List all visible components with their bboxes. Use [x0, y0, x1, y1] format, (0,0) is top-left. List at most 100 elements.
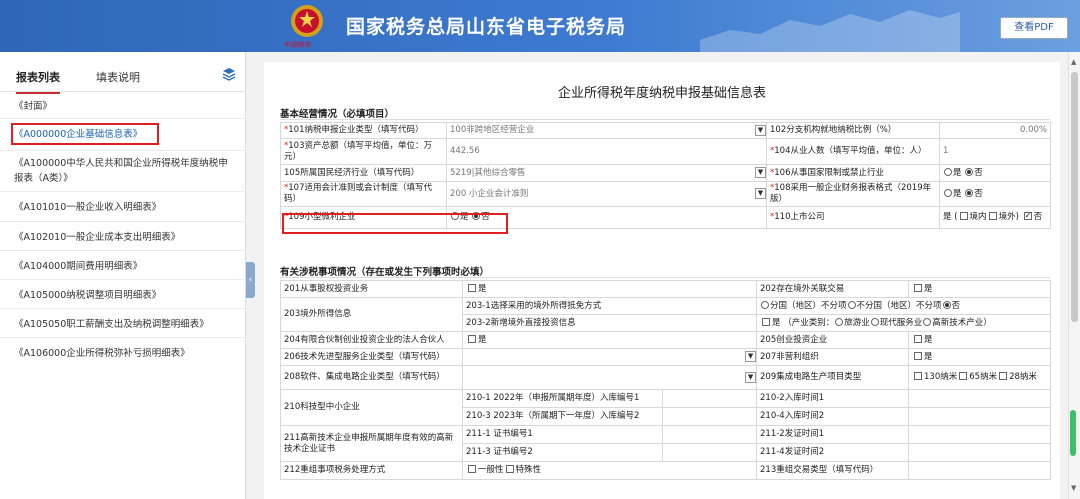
checkbox-domestic[interactable] [959, 212, 968, 220]
page-title: 国家税务总局山东省电子税务局 [346, 16, 627, 38]
scrollbar-thumb[interactable] [1071, 72, 1078, 322]
sidebar-item-a105000[interactable]: 《A105000纳税调整项目明细表》 [14, 288, 234, 303]
r206-label: 206技术先进型服务企业类型（填写代码） [280, 348, 463, 366]
r210-1-input[interactable] [661, 389, 758, 408]
r106-radio-group[interactable]: 是 否 [939, 164, 1051, 182]
r210-4-input[interactable] [908, 407, 1052, 426]
checkbox-yes[interactable] [914, 351, 923, 360]
r209-label: 209集成电路生产项目类型 [756, 365, 910, 390]
r211-4-input[interactable] [908, 443, 1052, 462]
r210-3-input[interactable] [661, 407, 758, 426]
checkbox-28nm[interactable] [999, 372, 1008, 380]
checkbox-special[interactable] [505, 465, 514, 473]
r105-select[interactable]: 5219|其他综合零售 ▼ [446, 164, 767, 182]
r211-2-input[interactable] [908, 425, 1052, 444]
r207-checkbox[interactable]: 是 [908, 348, 1052, 366]
r108-label: *108采用一般企业财务报表格式（2019年版） [766, 181, 940, 207]
tax-emblem-icon [291, 5, 323, 37]
r211-1-label: 211-1 证书编号1 [462, 425, 663, 444]
r205-checkbox[interactable]: 是 [908, 331, 1052, 349]
checkbox-general[interactable] [468, 465, 476, 473]
chevron-down-icon: ▼ [755, 124, 766, 136]
r211-3-label: 211-3 证书编号2 [462, 443, 663, 462]
r210-1-label: 210-1 2022年（申报所属期年度）入库编号1 [462, 389, 663, 408]
r104-value[interactable]: 1 [939, 138, 1051, 165]
r202-checkbox[interactable]: 是 [908, 280, 1052, 298]
radio-no[interactable] [942, 300, 951, 309]
r205-label: 205创业投资企业 [756, 331, 910, 349]
app-header: 中国税务 国家税务总局山东省电子税务局 查看PDF [0, 0, 1080, 52]
r211-1-input[interactable] [661, 425, 758, 444]
r213-input[interactable] [908, 461, 1052, 480]
r212-options[interactable]: 一般性 特殊性 [461, 461, 758, 480]
r101-select[interactable]: 100非跨地区经营企业 ▼ [446, 122, 767, 139]
radio-yes[interactable] [944, 188, 952, 197]
chevron-down-icon: ▼ [755, 167, 766, 178]
checkbox-no[interactable] [1023, 210, 1032, 221]
r210-2-input[interactable] [908, 389, 1052, 408]
main-content: 企业所得税年度纳税申报基础信息表 基本经营情况（必填项目） *101纳税申报企业… [256, 52, 1068, 499]
collapse-sidebar-handle[interactable]: ‹ [246, 262, 255, 298]
scroll-up-icon[interactable]: ▲ [1071, 58, 1076, 66]
r206-select[interactable]: ▼ [461, 348, 758, 366]
sidebar-item-a105050[interactable]: 《A105050职工薪酬支出及纳税调整明细表》 [14, 317, 234, 332]
r105-label: 105所属国民经济行业（填写代码） [280, 164, 447, 182]
radio-no[interactable] [965, 167, 974, 176]
checkbox-yes[interactable] [914, 283, 923, 292]
r209-options[interactable]: 130纳米 65纳米 28纳米 [908, 365, 1052, 390]
sidebar-tabs: 报表列表 填表说明 [0, 52, 245, 94]
r208-select[interactable]: ▼ [461, 365, 758, 390]
radio-yes[interactable] [944, 167, 952, 176]
r204-checkbox[interactable]: 是 [461, 331, 758, 349]
r107-select[interactable]: 200 小企业会计准则 ▼ [446, 181, 767, 207]
radio-high-tech[interactable] [923, 317, 932, 326]
side-indicator [1070, 410, 1076, 456]
r201-checkbox[interactable]: 是 [461, 280, 758, 298]
r203-2-options[interactable]: 是 （产业类别： 旅游业 现代服务业 高新技术产业） [756, 314, 1052, 332]
r102-label: 102分支机构就地纳税比例（%） [766, 122, 940, 139]
scroll-down-icon[interactable]: ▼ [1071, 484, 1076, 492]
checkbox-yes[interactable] [914, 334, 923, 343]
tab-report-list[interactable]: 报表列表 [16, 69, 60, 94]
radio-opt2[interactable] [847, 300, 856, 309]
sidebar-item-a102010[interactable]: 《A102010一般企业成本支出明细表》 [14, 230, 234, 245]
sidebar-item-a104000[interactable]: 《A104000期间费用明细表》 [14, 259, 234, 274]
radio-no[interactable] [965, 188, 974, 197]
r102-value[interactable]: 0.00% [939, 122, 1051, 139]
view-pdf-button[interactable]: 查看PDF [1000, 17, 1068, 39]
r203-1-radio-group[interactable]: 分国（地区）不分项 不分国（地区）不分项否 [756, 297, 1052, 315]
r210-4-label: 210-4入库时间2 [756, 407, 910, 426]
radio-opt1[interactable] [761, 300, 770, 309]
sidebar: 报表列表 填表说明 《封面》 《A000000企业基础信息表》 《A100000… [0, 52, 246, 499]
r108-radio-group[interactable]: 是 否 [939, 181, 1051, 207]
layers-icon[interactable] [222, 67, 236, 81]
r202-label: 202存在境外关联交易 [756, 280, 910, 298]
form-panel: 企业所得税年度纳税申报基础信息表 基本经营情况（必填项目） *101纳税申报企业… [264, 62, 1060, 499]
highlight-box-sidebar [11, 123, 159, 145]
radio-tourism[interactable] [835, 317, 844, 326]
sidebar-item-cover[interactable]: 《封面》 [14, 99, 234, 114]
checkbox-65nm[interactable] [959, 372, 968, 380]
radio-modern-service[interactable] [870, 317, 879, 326]
r212-label: 212重组事项税务处理方式 [280, 461, 463, 480]
sidebar-item-a101010[interactable]: 《A101010一般企业收入明细表》 [14, 200, 234, 215]
r103-value[interactable]: 442.56 [446, 138, 767, 165]
sidebar-item-a100000[interactable]: 《A100000中华人民共和国企业所得税年度纳税申报表（A类）》 [14, 156, 234, 186]
sidebar-item-a106000[interactable]: 《A106000企业所得税弥补亏损明细表》 [14, 346, 234, 361]
r110-options[interactable]: 是 (境内境外) 否 [939, 206, 1051, 229]
checkbox-yes[interactable] [762, 317, 771, 326]
r106-label: *106从事国家限制或禁止行业 [766, 164, 940, 182]
form-title: 企业所得税年度纳税申报基础信息表 [557, 86, 766, 101]
r211-label: 211高新技术企业申报所属期年度有效的高新技术企业证书 [280, 425, 463, 462]
r211-2-label: 211-2发证时间1 [756, 425, 910, 444]
tab-fill-instructions[interactable]: 填表说明 [96, 69, 140, 85]
r211-4-label: 211-4发证时间2 [756, 443, 910, 462]
checkbox-yes[interactable] [468, 283, 476, 292]
r201-label: 201从事股权投资业务 [280, 280, 463, 298]
checkbox-130nm[interactable] [914, 372, 923, 380]
r211-3-input[interactable] [661, 443, 758, 462]
r110-label: *110上市公司 [766, 206, 940, 229]
checkbox-overseas[interactable] [988, 212, 997, 220]
checkbox-yes[interactable] [468, 334, 476, 343]
r107-label: *107适用会计准则或会计制度（填写代码） [280, 181, 447, 207]
